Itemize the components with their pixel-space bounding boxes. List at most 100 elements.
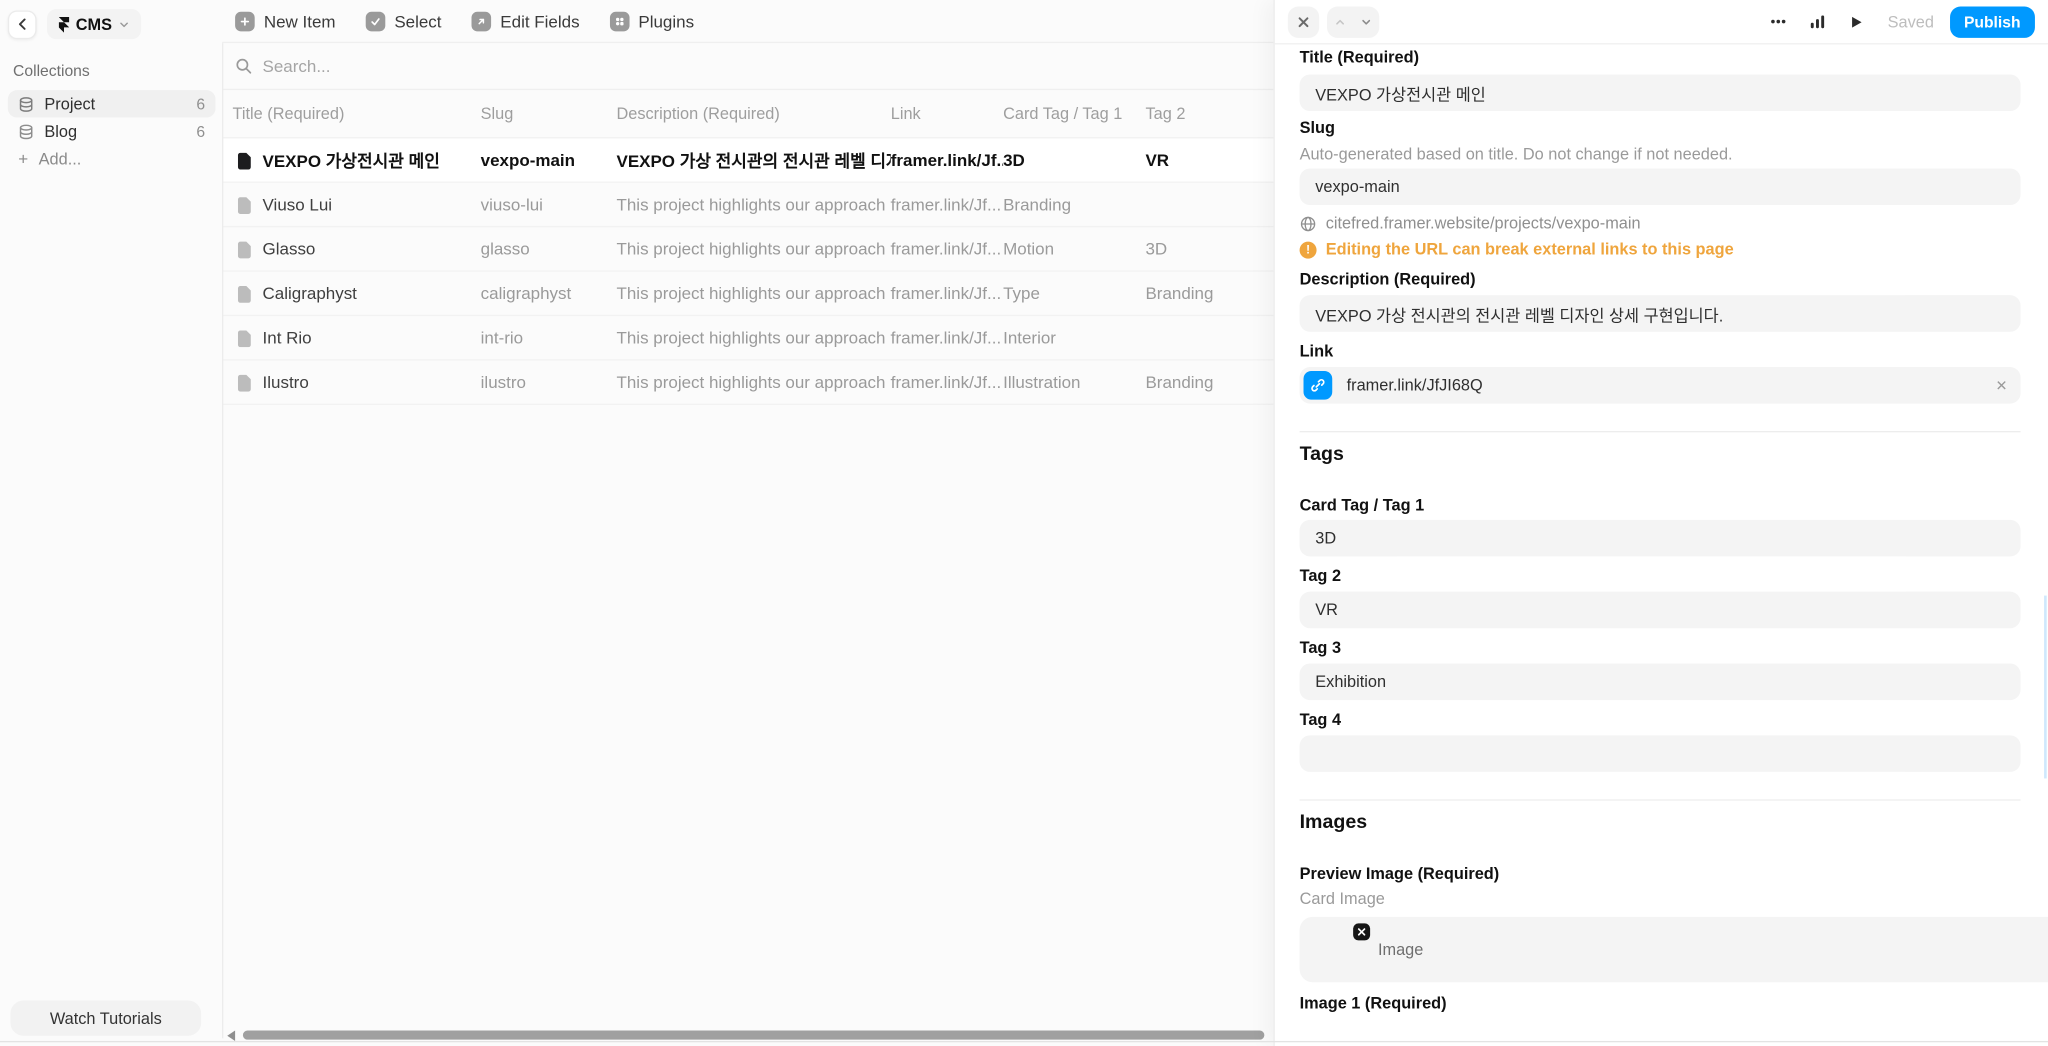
search-icon — [236, 58, 252, 74]
select-button[interactable]: Select — [365, 11, 442, 31]
database-icon — [19, 123, 33, 139]
table-row[interactable]: Ilustro ilustro This project highlights … — [222, 360, 1274, 405]
more-options-button[interactable] — [1762, 6, 1793, 37]
publish-button[interactable]: Publish — [1949, 5, 2035, 38]
ellipsis-icon — [1770, 19, 1786, 24]
file-icon — [237, 240, 251, 258]
item-count-badge: 6 — [196, 94, 206, 113]
framer-logo-icon — [58, 16, 70, 32]
sidebar: CMS Collections Project 6 Blog 6 + Add..… — [0, 0, 222, 1046]
add-collection-button[interactable]: + Add... — [8, 145, 216, 172]
plugins-grid-icon — [609, 11, 630, 31]
sidebar-item-blog[interactable]: Blog 6 — [8, 118, 216, 145]
image1-label: Image 1 (Required) — [1299, 993, 1447, 1013]
file-icon — [237, 285, 251, 303]
panel-header: Saved Publish — [1274, 0, 2048, 45]
preview-button[interactable] — [1841, 6, 1872, 37]
item-count-badge: 6 — [196, 122, 206, 141]
column-header-tag2[interactable]: Tag 2 — [1145, 104, 1273, 122]
column-header-tag1[interactable]: Card Tag / Tag 1 — [1003, 104, 1145, 122]
tag1-input[interactable] — [1299, 519, 2021, 557]
slug-input[interactable] — [1299, 168, 2021, 206]
tag3-input[interactable] — [1299, 663, 2021, 701]
play-icon — [1852, 16, 1862, 27]
slug-helper-text: Auto-generated based on title. Do not ch… — [1299, 144, 1733, 164]
file-icon — [237, 196, 251, 214]
tags-section-heading: Tags — [1299, 442, 1344, 465]
link-field[interactable]: framer.link/JfJI68Q ✕ — [1299, 367, 2021, 404]
title-field-label: Title (Required) — [1299, 48, 1420, 67]
globe-icon — [1300, 216, 1316, 231]
column-header-link[interactable]: Link — [891, 104, 1003, 122]
file-icon — [237, 329, 251, 347]
tag3-field-label: Tag 3 — [1299, 638, 1342, 657]
column-header-title[interactable]: Title (Required) — [232, 104, 480, 122]
column-header-description[interactable]: Description (Required) — [616, 104, 890, 122]
image-row-label: Image — [1377, 940, 1424, 959]
remove-image-button[interactable] — [1353, 923, 1371, 941]
table-header: Title (Required) Slug Description (Requi… — [222, 90, 1274, 139]
horizontal-scrollbar[interactable] — [242, 1030, 1265, 1040]
new-item-button[interactable]: New Item — [235, 11, 336, 31]
table-row[interactable]: Caligraphyst caligraphyst This project h… — [222, 272, 1274, 317]
toolbar: New Item Select Edit Fields Plugins — [222, 0, 1274, 44]
analytics-button[interactable] — [1801, 6, 1832, 37]
main-area: New Item Select Edit Fields Plugins Titl… — [222, 0, 1274, 1046]
link-icon — [1303, 370, 1333, 400]
collections-list: Project 6 Blog 6 + Add... — [7, 90, 216, 172]
tag4-input[interactable] — [1299, 735, 2021, 772]
chevron-left-icon — [18, 18, 25, 30]
tag1-field-label: Card Tag / Tag 1 — [1299, 496, 1425, 515]
page-url-text: citefred.framer.website/projects/vexpo-m… — [1325, 214, 1641, 233]
chevron-down-icon — [1362, 19, 1371, 24]
database-icon — [19, 96, 33, 112]
scroll-left-arrow[interactable] — [227, 1030, 236, 1041]
back-button[interactable] — [7, 9, 37, 39]
table-row[interactable]: VEXPO 가상전시관 메인 vexpo-main VEXPO 가상 전시관의 … — [222, 138, 1274, 183]
collections-heading: Collections — [13, 61, 90, 80]
card-image-sublabel: Card Image — [1299, 889, 1385, 908]
link-value: framer.link/JfJI68Q — [1346, 376, 1483, 395]
sidebar-divider — [222, 43, 224, 1039]
section-divider — [1299, 431, 2021, 433]
close-panel-button[interactable] — [1287, 5, 1320, 38]
search-input[interactable] — [262, 56, 785, 76]
panel-scrollbar[interactable] — [2044, 595, 2047, 779]
watch-tutorials-button[interactable]: Watch Tutorials — [10, 1000, 202, 1036]
card-image-row[interactable]: Image — [1299, 916, 2048, 983]
chevron-down-icon — [119, 21, 128, 27]
remove-link-button[interactable]: ✕ — [1995, 377, 2007, 394]
next-item-button[interactable] — [1353, 6, 1379, 37]
url-warning-row: ! Editing the URL can break external lin… — [1299, 240, 2021, 259]
sidebar-item-label: Blog — [44, 122, 78, 141]
slug-field-label: Slug — [1299, 118, 1335, 138]
bar-chart-icon — [1810, 15, 1824, 29]
chevron-up-icon — [1336, 19, 1344, 24]
check-icon — [365, 11, 386, 31]
section-divider — [1299, 799, 2021, 801]
item-edit-panel: Saved Publish Title (Required) Slug Auto… — [1273, 0, 2048, 1046]
table-row[interactable]: Glasso glasso This project highlights ou… — [222, 227, 1274, 272]
close-icon — [1298, 16, 1309, 27]
plugins-button[interactable]: Plugins — [609, 11, 694, 31]
table-row[interactable]: Viuso Lui viuso-lui This project highlig… — [222, 183, 1274, 228]
tag2-input[interactable] — [1299, 591, 2021, 629]
description-field-label: Description (Required) — [1299, 270, 1476, 289]
column-header-slug[interactable]: Slug — [481, 104, 617, 122]
file-icon — [237, 374, 251, 391]
table-row[interactable]: Int Rio int-rio This project highlights … — [222, 316, 1274, 361]
search-bar — [222, 43, 1274, 91]
previous-item-button[interactable] — [1327, 6, 1353, 37]
cms-menu-button[interactable]: CMS — [47, 9, 141, 40]
sidebar-item-project[interactable]: Project 6 — [7, 90, 216, 118]
edit-fields-button[interactable]: Edit Fields — [471, 11, 580, 31]
images-section-heading: Images — [1299, 811, 1368, 834]
description-input[interactable] — [1299, 295, 2021, 332]
preview-image-label: Preview Image (Required) — [1299, 864, 1500, 883]
page-url-row: citefred.framer.website/projects/vexpo-m… — [1300, 214, 2021, 232]
tag2-field-label: Tag 2 — [1299, 566, 1342, 586]
warning-icon: ! — [1299, 240, 1317, 258]
cms-label: CMS — [75, 15, 113, 34]
card-image-thumbnail[interactable] — [1304, 921, 1373, 978]
title-input[interactable] — [1299, 74, 2021, 112]
